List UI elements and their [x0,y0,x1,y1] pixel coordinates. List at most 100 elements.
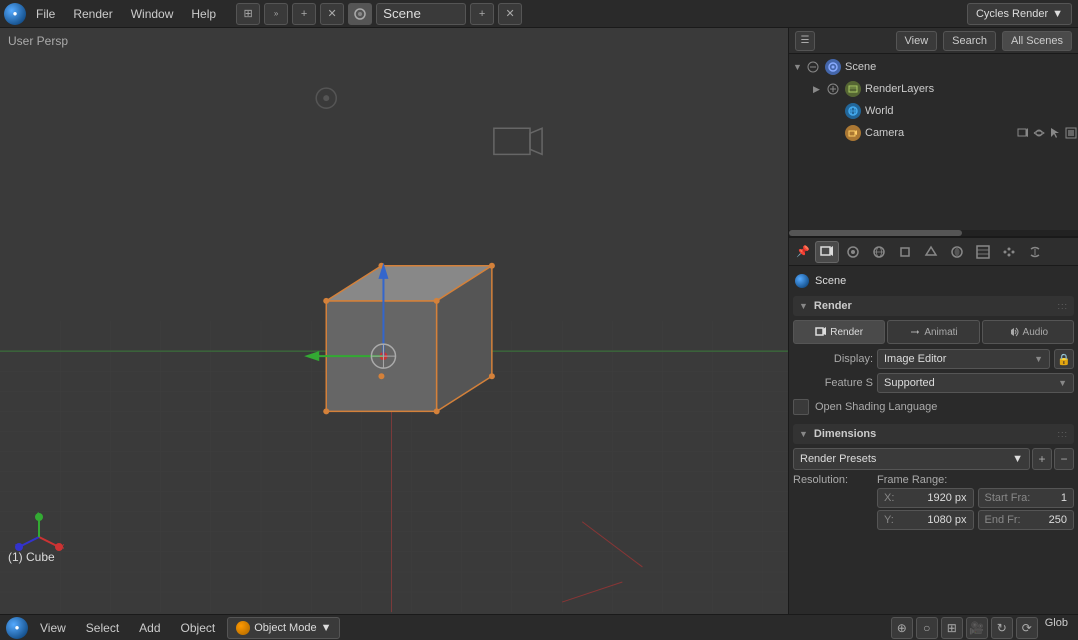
tree-item-camera[interactable]: Camera [789,122,1078,144]
bottom-menu-select[interactable]: Select [78,619,127,637]
outliner-panel: ☰ View Search All Scenes ▼ Scene [789,28,1078,238]
cycles-render-btn[interactable]: Cycles Render ▼ [967,3,1072,25]
cycles-render-label: Cycles Render [976,8,1048,20]
top-bar: ● File Render Window Help ⊞ » + ✕ + ✕ Cy… [0,0,1078,28]
bottom-btn-4[interactable]: 🎥 [966,617,988,639]
y-end-cols: Y: 1080 px End Fr: 250 [877,510,1074,530]
display-value-dropdown[interactable]: Image Editor ▼ [877,349,1050,369]
feature-value-dropdown[interactable]: Supported ▼ [877,373,1074,393]
bottom-btn-2[interactable]: ○ [916,617,938,639]
render-tab-audio[interactable]: Audio [982,320,1074,344]
scene-minus-btn[interactable] [807,60,821,74]
properties-toolbar: 📌 [789,238,1078,266]
menu-render[interactable]: Render [65,5,120,23]
bottom-bar: ● View Select Add Object Object Mode ▼ ⊕… [0,614,1078,640]
y-field[interactable]: Y: 1080 px [877,510,974,530]
renderlayers-expand-icon[interactable]: ▶ [813,84,823,95]
bottom-blender-icon[interactable]: ● [6,617,28,639]
world-label: World [865,105,894,117]
bottom-menu-object[interactable]: Object [173,619,224,637]
bottom-mode-dropdown[interactable]: Object Mode ▼ [227,617,340,639]
display-row: Display: Image Editor ▼ 🔒 [793,348,1074,370]
prop-tab-scene[interactable] [841,241,865,263]
outliner-view-btn[interactable]: View [896,31,938,51]
x-field[interactable]: X: 1920 px [877,488,974,508]
render-tab-label: Render [830,327,863,338]
outliner-menu-icon[interactable]: ☰ [795,31,815,51]
render-presets-row: Render Presets ▼ + − [793,448,1074,470]
add-scene-btn[interactable]: + [292,3,316,25]
prop-tab-object[interactable] [893,241,917,263]
bottom-btn-3[interactable]: ⊞ [941,617,963,639]
render-presets-select[interactable]: Render Presets ▼ [793,448,1030,470]
add-scene-plus-btn[interactable]: + [470,3,494,25]
outliner-search-btn[interactable]: Search [943,31,996,51]
osl-label: Open Shading Language [815,401,937,413]
dimensions-section-header[interactable]: ▼ Dimensions ::: [793,424,1074,444]
y-value: 1080 px [927,514,966,526]
outliner-scrollbar[interactable] [789,230,1078,236]
prop-tab-material[interactable] [945,241,969,263]
grid-icon-btn[interactable]: ⊞ [236,3,260,25]
renderlayers-plus-btn[interactable] [827,82,841,96]
menu-window[interactable]: Window [123,5,182,23]
scene-name-input[interactable] [376,3,466,25]
tree-item-world[interactable]: World [789,100,1078,122]
x-label: X: [884,492,894,504]
frame-range-label: Frame Range: [877,474,1074,486]
bottom-menu-view[interactable]: View [32,619,74,637]
viewport[interactable]: User Persp (1) Cube X Y Z [0,28,788,614]
top-bar-center: ⊞ » + ✕ + ✕ [236,3,522,25]
render-section-header[interactable]: ▼ Render ::: [793,296,1074,316]
main-area: User Persp (1) Cube X Y Z ☰ View Search … [0,28,1078,614]
camera-cursor-icon[interactable] [1048,126,1062,140]
prop-tab-mesh[interactable] [919,241,943,263]
osl-checkbox[interactable] [793,399,809,415]
menu-file[interactable]: File [28,5,63,23]
pin-icon[interactable]: 📌 [793,242,813,262]
menu-help[interactable]: Help [183,5,224,23]
camera-render2-icon[interactable] [1064,126,1078,140]
render-tab-render[interactable]: Render [793,320,885,344]
x-value: 1920 px [927,492,966,504]
prop-tab-texture[interactable] [971,241,995,263]
prop-tab-render[interactable] [815,241,839,263]
prop-scene-label: Scene [815,275,846,287]
right-panels: ☰ View Search All Scenes ▼ Scene [788,28,1078,614]
outliner-allscenes-btn[interactable]: All Scenes [1002,31,1072,51]
prop-tab-particles[interactable] [997,241,1021,263]
res-frame-header-row: Resolution: Frame Range: [793,474,1074,486]
display-label: Display: [793,353,873,365]
bottom-btn-6[interactable]: ⟳ [1016,617,1038,639]
start-fra-field[interactable]: Start Fra: 1 [978,488,1075,508]
start-value: 1 [1061,492,1067,504]
tree-item-renderlayers[interactable]: ▶ RenderLayers [789,78,1078,100]
prop-scene-header: Scene [793,270,1074,292]
blender-logo-icon[interactable]: ● [4,3,26,25]
bottom-btn-5[interactable]: ↻ [991,617,1013,639]
bottom-btn-1[interactable]: ⊕ [891,617,913,639]
bottom-menu-add[interactable]: Add [131,619,168,637]
scene-expand-icon[interactable]: ▼ [793,62,803,72]
render-section-dots: ::: [1057,301,1068,311]
frame-range-cols: Frame Range: [877,474,1074,486]
prop-tab-constraints[interactable] [1023,241,1047,263]
preset-add-btn[interactable]: + [1032,448,1052,470]
close-scene-x-btn[interactable]: ✕ [498,3,522,25]
tree-item-scene[interactable]: ▼ Scene [789,56,1078,78]
preset-remove-btn[interactable]: − [1054,448,1074,470]
render-presets-arrow: ▼ [1012,453,1023,465]
display-lock-btn[interactable]: 🔒 [1054,349,1074,369]
end-fr-field[interactable]: End Fr: 250 [978,510,1075,530]
display-value-text: Image Editor [884,353,946,365]
camera-render-icon[interactable] [1016,126,1030,140]
object-mode-icon [236,621,250,635]
feature-label: Feature S [793,377,873,389]
render-tab-anim[interactable]: Animati [887,320,979,344]
close-scene-btn[interactable]: ✕ [320,3,344,25]
expand-icon-btn[interactable]: » [264,3,288,25]
camera-visibility-icon[interactable] [1032,126,1046,140]
prop-tab-world[interactable] [867,241,891,263]
feature-dropdown-arrow: ▼ [1058,378,1067,388]
camera-scene-icon[interactable] [348,3,372,25]
